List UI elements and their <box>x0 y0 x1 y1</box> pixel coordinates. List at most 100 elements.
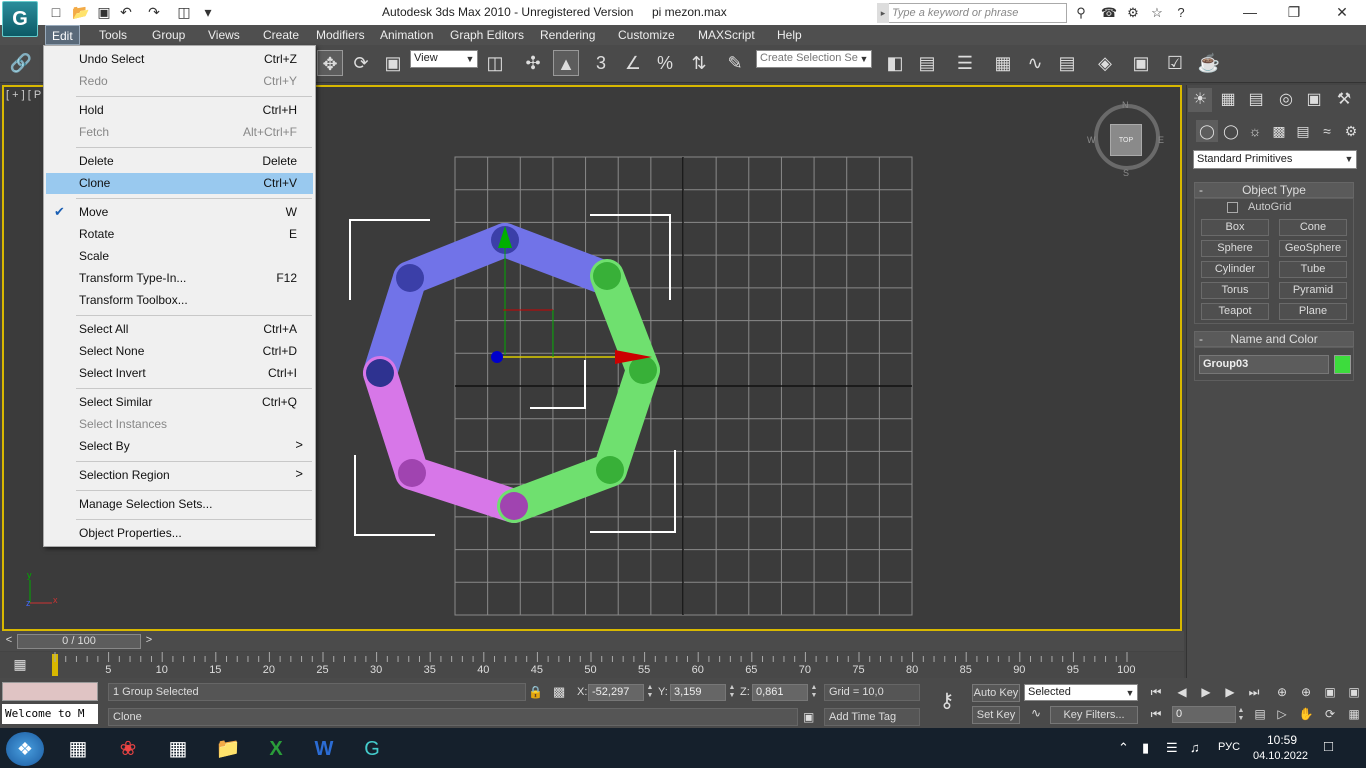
edit-menu-select-all[interactable]: Select All Ctrl+A <box>46 319 313 340</box>
absolute-mode-icon[interactable]: ▩ <box>553 684 565 700</box>
box-button[interactable]: Box <box>1201 219 1269 236</box>
teapot-button[interactable]: Teapot <box>1201 303 1269 320</box>
windows-start-icon[interactable]: ❖ <box>6 732 44 766</box>
geosphere-button[interactable]: GeoSphere <box>1279 240 1347 257</box>
add-time-tag[interactable]: Add Time Tag <box>824 708 920 726</box>
y-coord-input[interactable]: 3,159 <box>670 684 726 701</box>
cone-button[interactable]: Cone <box>1279 219 1347 236</box>
edit-menu-select-none[interactable]: Select None Ctrl+D <box>46 341 313 362</box>
current-frame-input[interactable]: 0 <box>1172 706 1236 723</box>
edit-menu-undo-select[interactable]: Undo Select Ctrl+Z <box>46 49 313 70</box>
orbit-icon[interactable]: ⟳ <box>1320 705 1340 723</box>
time-slider[interactable]: 0 / 100 <box>17 634 141 649</box>
viewcube-west[interactable]: W <box>1087 135 1096 145</box>
sphere-button[interactable]: Sphere <box>1201 240 1269 257</box>
lights-category-icon[interactable]: ☼ <box>1244 120 1266 142</box>
set-key-button[interactable]: Set Key <box>972 706 1020 724</box>
pan-hand-icon[interactable]: ✋ <box>1296 705 1316 723</box>
close-icon[interactable]: ✕ <box>1320 2 1364 22</box>
hierarchy-tab-icon[interactable]: ▤ <box>1244 88 1268 112</box>
x-coord-input[interactable]: -52,297 <box>588 684 644 701</box>
network-icon[interactable]: ☰ <box>1166 740 1178 756</box>
maxscript-listener-output[interactable]: Welcome to M <box>2 704 98 724</box>
field-of-view-icon[interactable]: ▷ <box>1272 705 1292 723</box>
edit-menu-select-invert[interactable]: Select Invert Ctrl+I <box>46 363 313 384</box>
helpers-category-icon[interactable]: ▤ <box>1292 120 1314 142</box>
utilities-tab-icon[interactable]: ⚒ <box>1332 88 1356 112</box>
clock-date[interactable]: 04.10.2022 <box>1253 750 1308 762</box>
previous-frame-icon[interactable]: ◀ <box>1172 683 1192 701</box>
key-filters-button[interactable]: Key Filters... <box>1050 706 1138 724</box>
lock-selection-icon[interactable]: 🔒 <box>528 685 543 699</box>
volume-icon[interactable]: ♫ <box>1190 740 1200 755</box>
language-indicator[interactable]: РУС <box>1218 741 1240 753</box>
excel-icon[interactable]: X <box>258 732 294 766</box>
autogrid-checkbox[interactable] <box>1227 202 1238 213</box>
clock-time[interactable]: 10:59 <box>1267 733 1297 747</box>
play-icon[interactable]: ▶ <box>1196 683 1216 701</box>
viewcube-north[interactable]: N <box>1122 100 1129 110</box>
x-coord-spinner[interactable]: ▲ ▼ <box>646 684 654 701</box>
current-frame-spinner[interactable]: ▲ ▼ <box>1237 707 1245 724</box>
next-frame-icon[interactable]: ▶ <box>1220 683 1240 701</box>
calculator-icon[interactable]: ▦ <box>160 732 196 766</box>
zoom-extents-all-icon[interactable]: ▣ <box>1344 683 1364 701</box>
viewcube-south[interactable]: S <box>1123 168 1129 178</box>
render-teapot-icon[interactable]: ☕ <box>1196 50 1222 76</box>
edit-menu-select-similar[interactable]: Select Similar Ctrl+Q <box>46 392 313 413</box>
task-view-icon[interactable]: ▦ <box>60 732 96 766</box>
3dsmax-logo-icon[interactable]: G <box>2 1 38 37</box>
plane-button[interactable]: Plane <box>1279 303 1347 320</box>
z-coord-input[interactable]: 0,861 <box>752 684 808 701</box>
battery-icon[interactable]: ▮ <box>1142 740 1149 756</box>
key-mode-toggle-icon[interactable]: ⏮ <box>1146 705 1166 723</box>
3dsmax-icon[interactable]: G <box>354 732 390 766</box>
object-type-rollout-header[interactable]: - Object Type <box>1194 182 1354 198</box>
zoom-all-icon[interactable]: ⊕ <box>1296 683 1316 701</box>
edit-menu-move[interactable]: ✔ Move W <box>46 202 313 223</box>
time-slider-next[interactable]: > <box>142 634 156 649</box>
edit-menu-scale[interactable]: Scale <box>46 246 313 267</box>
zoom-extents-icon[interactable]: ▣ <box>1320 683 1340 701</box>
name-color-rollout-header[interactable]: - Name and Color <box>1194 331 1354 347</box>
time-configuration-icon[interactable]: ▤ <box>1250 705 1270 723</box>
viewcube-east[interactable]: E <box>1158 135 1164 145</box>
create-tab-icon[interactable]: ☀ <box>1188 88 1212 112</box>
cameras-category-icon[interactable]: ▩ <box>1268 120 1290 142</box>
auto-key-button[interactable]: Auto Key <box>972 684 1020 702</box>
paint-icon[interactable]: ❀ <box>110 732 146 766</box>
edit-menu-manage-selection-sets[interactable]: Manage Selection Sets... <box>46 494 313 515</box>
space-warps-category-icon[interactable]: ≈ <box>1316 120 1338 142</box>
zoom-icon[interactable]: ⊕ <box>1272 683 1292 701</box>
y-coord-spinner[interactable]: ▲ ▼ <box>728 684 736 701</box>
systems-category-icon[interactable]: ⚙ <box>1340 120 1362 142</box>
viewcube[interactable]: TOP <box>1110 124 1142 156</box>
edit-menu-hold[interactable]: Hold Ctrl+H <box>46 100 313 121</box>
maximize-viewport-icon[interactable]: ▦ <box>1344 705 1364 723</box>
torus-button[interactable]: Torus <box>1201 282 1269 299</box>
cylinder-button[interactable]: Cylinder <box>1201 261 1269 278</box>
maxscript-listener-mini[interactable] <box>2 682 98 701</box>
z-coord-spinner[interactable]: ▲ ▼ <box>810 684 818 701</box>
primitive-type-dropdown[interactable]: Standard Primitives ▼ <box>1193 150 1357 169</box>
modify-tab-icon[interactable]: ▦ <box>1216 88 1240 112</box>
word-icon[interactable]: W <box>306 732 342 766</box>
go-to-start-icon[interactable]: ⏮ <box>1146 683 1166 701</box>
display-tab-icon[interactable]: ▣ <box>1302 88 1326 112</box>
edit-menu-object-properties[interactable]: Object Properties... <box>46 523 313 544</box>
edit-menu-transform-toolbox[interactable]: Transform Toolbox... <box>46 290 313 311</box>
object-color-swatch[interactable] <box>1334 355 1351 374</box>
edit-menu-delete[interactable]: Delete Delete <box>46 151 313 172</box>
pyramid-button[interactable]: Pyramid <box>1279 282 1347 299</box>
time-tag-icon[interactable]: ▣ <box>803 710 814 724</box>
object-name-input[interactable]: Group03 <box>1199 355 1329 374</box>
edit-menu-transform-type-in[interactable]: Transform Type-In... F12 <box>46 268 313 289</box>
tray-expand-icon[interactable]: ⌃ <box>1118 740 1129 756</box>
notifications-icon[interactable]: □ <box>1324 738 1333 755</box>
edit-menu-clone[interactable]: Clone Ctrl+V <box>46 173 313 194</box>
geometry-category-icon[interactable]: ◯ <box>1196 120 1218 142</box>
tube-button[interactable]: Tube <box>1279 261 1347 278</box>
edit-menu-select-by[interactable]: Select By > <box>46 436 313 457</box>
key-mode-dropdown[interactable]: Selected ▼ <box>1024 684 1138 701</box>
edit-menu-selection-region[interactable]: Selection Region > <box>46 465 313 486</box>
